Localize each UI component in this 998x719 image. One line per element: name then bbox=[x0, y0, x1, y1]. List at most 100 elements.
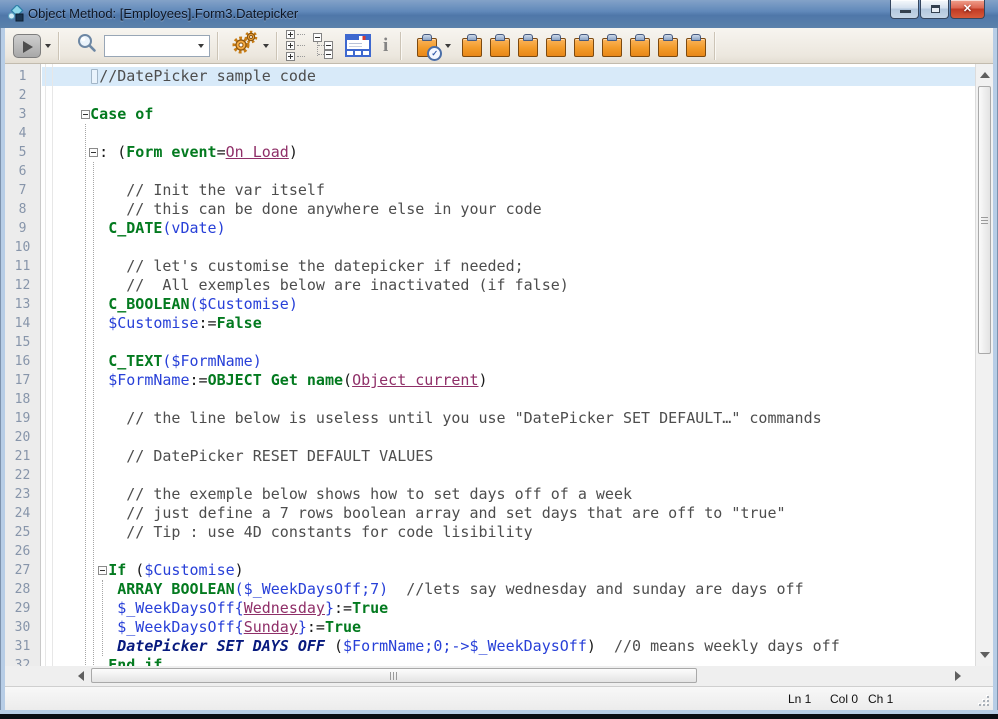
code-line[interactable]: // just define a 7 rows boolean array an… bbox=[42, 504, 975, 523]
line-number[interactable]: 8 bbox=[5, 200, 40, 219]
code-line[interactable]: If ($Customise) bbox=[42, 561, 975, 580]
line-number[interactable]: 31 bbox=[5, 637, 40, 656]
line-number[interactable]: 27 bbox=[5, 561, 40, 580]
search-dropdown-button[interactable] bbox=[193, 36, 209, 56]
clipboard-button[interactable] bbox=[461, 33, 483, 58]
line-number[interactable]: 14 bbox=[5, 314, 40, 333]
code-line[interactable]: // Init the var itself bbox=[42, 181, 975, 200]
line-number[interactable]: 30 bbox=[5, 618, 40, 637]
code-line[interactable] bbox=[42, 333, 975, 352]
code-editor[interactable]: 1234567891011121314151617181920212223242… bbox=[5, 64, 975, 666]
code-line[interactable]: // DatePicker RESET DEFAULT VALUES bbox=[42, 447, 975, 466]
line-number[interactable]: 29 bbox=[5, 599, 40, 618]
title-bar[interactable]: Object Method: [Employees].Form3.Datepic… bbox=[0, 0, 998, 28]
code-line[interactable] bbox=[42, 428, 975, 447]
code-line[interactable]: $_WeekDaysOff{Wednesday}:=True bbox=[42, 599, 975, 618]
method-preview-button[interactable] bbox=[345, 34, 371, 57]
clipboard-button[interactable] bbox=[517, 33, 539, 58]
line-number[interactable]: 21 bbox=[5, 447, 40, 466]
line-number[interactable]: 12 bbox=[5, 276, 40, 295]
clipboard-button[interactable] bbox=[545, 33, 567, 58]
code-line[interactable] bbox=[42, 542, 975, 561]
vertical-scrollbar[interactable] bbox=[975, 64, 993, 666]
line-number[interactable]: 23 bbox=[5, 485, 40, 504]
line-number[interactable]: 10 bbox=[5, 238, 40, 257]
run-method-button[interactable] bbox=[5, 34, 51, 58]
fold-collapse-box[interactable] bbox=[89, 148, 98, 157]
clipboard-button[interactable] bbox=[489, 33, 511, 58]
code-line[interactable] bbox=[42, 466, 975, 485]
line-number[interactable]: 11 bbox=[5, 257, 40, 276]
method-options-button[interactable] bbox=[225, 30, 269, 61]
close-button[interactable]: ✕ bbox=[950, 0, 985, 19]
line-number[interactable]: 25 bbox=[5, 523, 40, 542]
search-input[interactable] bbox=[104, 35, 210, 57]
code-line[interactable]: $Customise:=False bbox=[42, 314, 975, 333]
code-line[interactable]: // let's customise the datepicker if nee… bbox=[42, 257, 975, 276]
code-line[interactable]: ARRAY BOOLEAN($_WeekDaysOff;7) //lets sa… bbox=[42, 580, 975, 599]
code-line[interactable]: Case of bbox=[42, 105, 975, 124]
code-line[interactable] bbox=[42, 162, 975, 181]
code-line[interactable]: : (Form event=On Load) bbox=[42, 143, 975, 162]
code-line[interactable]: //DatePicker sample code bbox=[42, 67, 975, 86]
line-number[interactable]: 18 bbox=[5, 390, 40, 409]
collapse-all-button[interactable] bbox=[313, 33, 335, 59]
clipboard-button[interactable] bbox=[629, 33, 651, 58]
line-number[interactable]: 32 bbox=[5, 656, 40, 666]
code-line[interactable] bbox=[42, 86, 975, 105]
line-number[interactable]: 2 bbox=[5, 86, 40, 105]
expand-all-button[interactable] bbox=[286, 30, 305, 61]
scroll-up-icon[interactable] bbox=[980, 72, 990, 78]
clipboard-button[interactable] bbox=[685, 33, 707, 58]
line-number[interactable]: 16 bbox=[5, 352, 40, 371]
clipboard-button[interactable] bbox=[657, 33, 679, 58]
vertical-scrollbar-thumb[interactable] bbox=[978, 86, 991, 354]
line-number[interactable]: 15 bbox=[5, 333, 40, 352]
line-number[interactable]: 28 bbox=[5, 580, 40, 599]
code-line[interactable]: C_DATE(vDate) bbox=[42, 219, 975, 238]
line-number[interactable]: 13 bbox=[5, 295, 40, 314]
fold-collapse-box[interactable] bbox=[81, 110, 90, 119]
clipboard-history-button[interactable]: ✓ bbox=[416, 33, 451, 58]
line-number[interactable]: 4 bbox=[5, 124, 40, 143]
scroll-down-icon[interactable] bbox=[980, 652, 990, 658]
clipboard-button[interactable] bbox=[573, 33, 595, 58]
code-line[interactable]: C_BOOLEAN($Customise) bbox=[42, 295, 975, 314]
code-line[interactable] bbox=[42, 238, 975, 257]
scroll-right-icon[interactable] bbox=[955, 671, 961, 681]
minimize-button[interactable] bbox=[890, 0, 919, 19]
code-line[interactable]: // All exemples below are inactivated (i… bbox=[42, 276, 975, 295]
line-number[interactable]: 1 bbox=[5, 67, 40, 86]
code-line[interactable]: // the exemple below shows how to set da… bbox=[42, 485, 975, 504]
horizontal-scrollbar[interactable] bbox=[5, 666, 993, 686]
code-line[interactable] bbox=[42, 124, 975, 143]
line-number[interactable]: 26 bbox=[5, 542, 40, 561]
code-line[interactable]: $_WeekDaysOff{Sunday}:=True bbox=[42, 618, 975, 637]
line-number[interactable]: 22 bbox=[5, 466, 40, 485]
maximize-button[interactable] bbox=[920, 0, 949, 19]
code-line[interactable]: // this can be done anywhere else in you… bbox=[42, 200, 975, 219]
fold-collapse-box[interactable] bbox=[98, 566, 107, 575]
line-number[interactable]: 20 bbox=[5, 428, 40, 447]
code-line[interactable]: C_TEXT($FormName) bbox=[42, 352, 975, 371]
code-line[interactable] bbox=[42, 390, 975, 409]
resize-grip-icon[interactable] bbox=[979, 696, 989, 706]
code-line[interactable]: $FormName:=OBJECT Get name(Object curren… bbox=[42, 371, 975, 390]
line-number[interactable]: 7 bbox=[5, 181, 40, 200]
horizontal-scrollbar-thumb[interactable] bbox=[91, 668, 697, 683]
line-number[interactable]: 24 bbox=[5, 504, 40, 523]
scroll-left-icon[interactable] bbox=[78, 671, 84, 681]
line-number[interactable]: 3 bbox=[5, 105, 40, 124]
line-number[interactable]: 17 bbox=[5, 371, 40, 390]
code-line[interactable]: DatePicker SET DAYS OFF ($FormName;0;->$… bbox=[42, 637, 975, 656]
code-line[interactable]: End if bbox=[42, 656, 975, 666]
line-number[interactable]: 9 bbox=[5, 219, 40, 238]
gutter[interactable]: 1234567891011121314151617181920212223242… bbox=[5, 64, 41, 666]
code-line[interactable]: // Tip : use 4D constants for code lisib… bbox=[42, 523, 975, 542]
info-button[interactable]: i bbox=[383, 35, 388, 57]
code-line[interactable]: // the line below is useless until you u… bbox=[42, 409, 975, 428]
clipboard-button[interactable] bbox=[601, 33, 623, 58]
line-number[interactable]: 5 bbox=[5, 143, 40, 162]
line-number[interactable]: 19 bbox=[5, 409, 40, 428]
line-number[interactable]: 6 bbox=[5, 162, 40, 181]
